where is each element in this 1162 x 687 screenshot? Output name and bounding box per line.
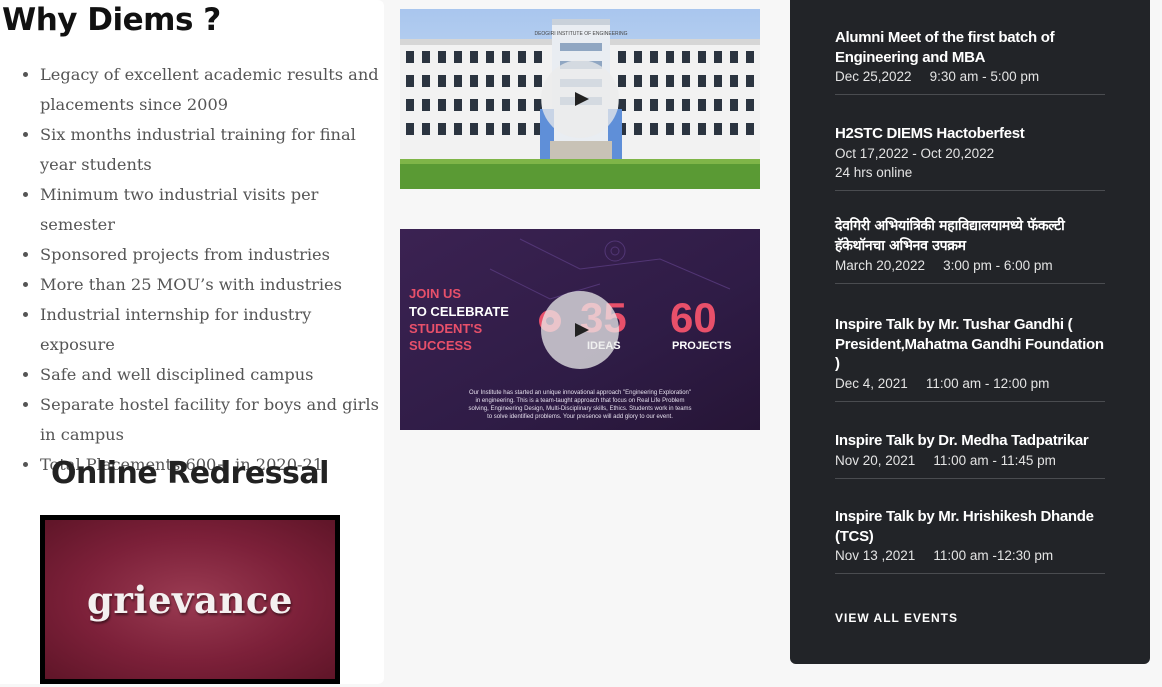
- why-diems-list: Legacy of excellent academic results and…: [0, 60, 384, 480]
- list-item: Separate hostel facility for boys and gi…: [40, 390, 384, 450]
- event-time: 3:00 pm - 6:00 pm: [943, 258, 1053, 273]
- event-time: 11:00 am - 11:45 pm: [933, 452, 1056, 468]
- event-title[interactable]: Inspire Talk by Mr. Tushar Gandhi ( Pres…: [835, 315, 1105, 374]
- promo-description: solving, Engineering Design, Multi-Disci…: [468, 406, 691, 412]
- why-diems-heading: Why Diems ?: [2, 2, 221, 38]
- online-redressal-heading: Online Redressal: [51, 456, 329, 491]
- view-all-events-link[interactable]: VIEW ALL EVENTS: [835, 611, 958, 625]
- event-title[interactable]: H2STC DIEMS Hactoberfest: [835, 124, 1105, 144]
- event-time: 11:00 am -12:30 pm: [933, 548, 1054, 563]
- event-title[interactable]: Alumni Meet of the first batch of Engine…: [835, 28, 1105, 67]
- list-item: Safe and well disciplined campus: [40, 360, 384, 390]
- play-icon: [575, 323, 589, 337]
- list-item: Six months industrial training for final…: [40, 120, 384, 180]
- promo-projects-label: PROJECTS: [672, 340, 731, 352]
- play-button[interactable]: [541, 60, 619, 138]
- event-meta: Dec 4, 2021 11:00 am - 12:00 pm: [835, 374, 1105, 393]
- event-date: Oct 17,2022 - Oct 20,2022: [835, 145, 995, 161]
- play-icon: [575, 92, 589, 106]
- event-meta: March 20,2022 3:00 pm - 6:00 pm: [835, 256, 1105, 275]
- why-diems-card: Why Diems ? Legacy of excellent academic…: [0, 0, 384, 684]
- event-date: Dec 4, 2021: [835, 375, 908, 391]
- campus-video[interactable]: DEOGIRI INSTITUTE OF ENGINEERING: [400, 9, 760, 189]
- event-date: March 20,2022: [835, 258, 926, 273]
- event-title[interactable]: Inspire Talk by Dr. Medha Tadpatrikar: [835, 431, 1105, 451]
- event-item[interactable]: Alumni Meet of the first batch of Engine…: [835, 28, 1105, 95]
- event-item[interactable]: देवगिरी अभियांत्रिकी महाविद्यालयामध्ये फ…: [835, 217, 1105, 284]
- event-date: Nov 20, 2021: [835, 452, 916, 468]
- event-item[interactable]: Inspire Talk by Mr. Tushar Gandhi ( Pres…: [835, 315, 1105, 402]
- events-panel: Alumni Meet of the first batch of Engine…: [790, 0, 1150, 664]
- event-item[interactable]: H2STC DIEMS Hactoberfest Oct 17,2022 - O…: [835, 124, 1105, 191]
- promo-success-text: SUCCESS: [409, 338, 472, 353]
- grievance-label: grievance: [87, 577, 293, 622]
- building-sign: DEOGIRI INSTITUTE OF ENGINEERING: [534, 31, 627, 37]
- list-item: Legacy of excellent academic results and…: [40, 60, 384, 120]
- event-item[interactable]: Inspire Talk by Mr. Hrishikesh Dhande (T…: [835, 507, 1105, 574]
- event-meta: Nov 13 ,2021 11:00 am -12:30 pm: [835, 546, 1105, 565]
- promo-description: to solve identified problems. Your prese…: [487, 414, 673, 420]
- list-item: More than 25 MOU’s with industries: [40, 270, 384, 300]
- event-promo-video[interactable]: JOIN US TO CELEBRATE STUDENT'S SUCCESS 3…: [400, 229, 760, 430]
- event-item[interactable]: Inspire Talk by Dr. Medha Tadpatrikar No…: [835, 431, 1105, 479]
- promo-join-text: JOIN US: [409, 286, 461, 301]
- play-button[interactable]: [541, 291, 619, 369]
- event-date: Dec 25,2022: [835, 69, 912, 84]
- event-time: 24 hrs online: [835, 164, 913, 180]
- promo-students-text: STUDENT'S: [409, 321, 482, 336]
- promo-celebrate-text: TO CELEBRATE: [409, 304, 509, 319]
- event-title[interactable]: देवगिरी अभियांत्रिकी महाविद्यालयामध्ये फ…: [835, 217, 1105, 256]
- event-time: 11:00 am - 12:00 pm: [925, 375, 1050, 391]
- promo-description: in engineering. This is a team-taught ap…: [475, 398, 684, 404]
- promo-projects-number: 60: [670, 294, 717, 341]
- event-meta: Nov 20, 2021 11:00 am - 11:45 pm: [835, 451, 1105, 470]
- list-item: Minimum two industrial visits per semest…: [40, 180, 384, 240]
- event-meta: Dec 25,2022 9:30 am - 5:00 pm: [835, 67, 1105, 86]
- grievance-link-image[interactable]: grievance: [40, 515, 340, 684]
- promo-description: Our Institute has started an unique inno…: [469, 390, 691, 396]
- list-item: Industrial internship for industry expos…: [40, 300, 384, 360]
- event-date: Nov 13 ,2021: [835, 548, 916, 563]
- event-time: 9:30 am - 5:00 pm: [929, 69, 1040, 84]
- list-item: Sponsored projects from industries: [40, 240, 384, 270]
- event-title[interactable]: Inspire Talk by Mr. Hrishikesh Dhande (T…: [835, 507, 1105, 546]
